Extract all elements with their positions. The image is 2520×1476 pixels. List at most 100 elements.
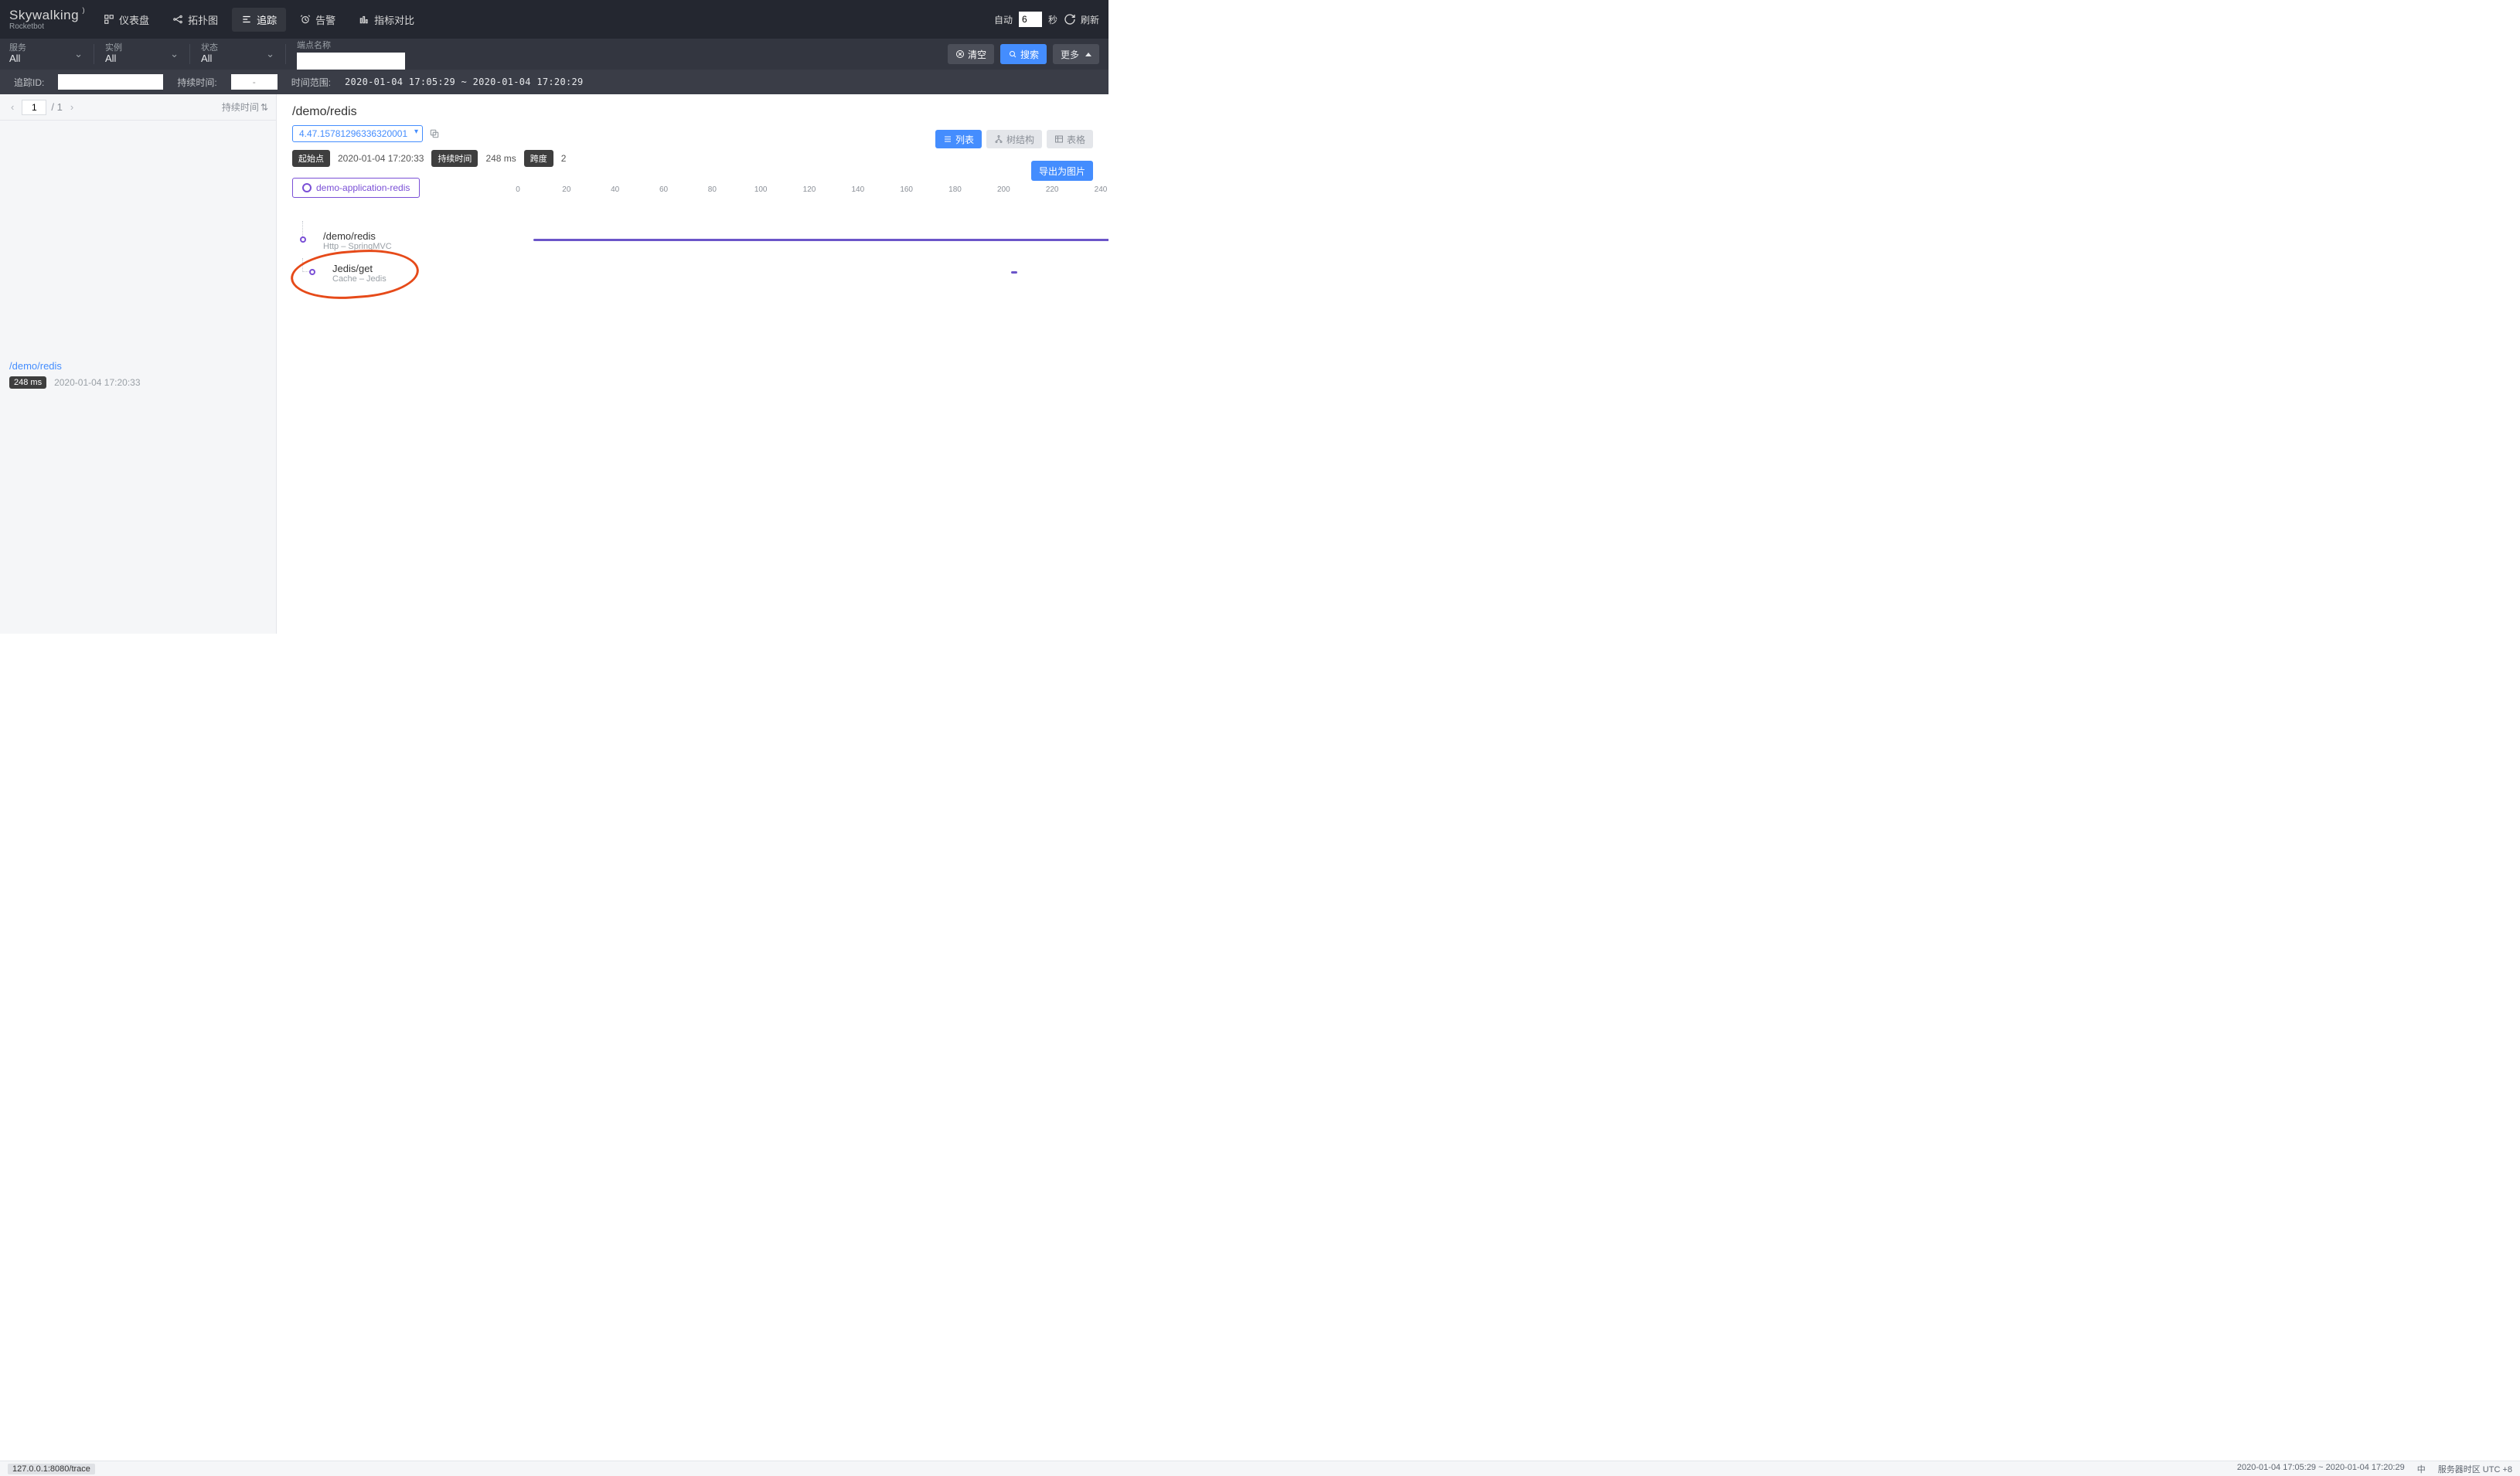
filter-value: All: [201, 53, 274, 65]
tab-compare[interactable]: 指标对比: [349, 8, 424, 32]
ruler-tick: 160: [900, 185, 913, 194]
ruler-tick: 140: [851, 185, 864, 194]
tree-line-icon: [302, 221, 304, 238]
nav-tabs: 仪表盘 拓扑图 追踪 告警 指标对比: [94, 8, 424, 32]
duration-label: 持续时间:: [177, 76, 216, 89]
view-label: 列表: [955, 133, 974, 146]
trace-meta: 248 ms 2020-01-04 17:20:33: [9, 376, 267, 389]
sort-dropdown[interactable]: 持续时间 ⇅: [222, 100, 268, 114]
filter-state[interactable]: 状态 All ⌄: [201, 44, 286, 65]
tab-label: 指标对比: [374, 12, 414, 27]
view-tree-button[interactable]: 树结构: [986, 130, 1042, 148]
trace-list-pane: ‹ / 1 › 持续时间 ⇅ /demo/redis 248 ms 2020-0…: [0, 94, 277, 634]
tab-alarm[interactable]: 告警: [291, 8, 345, 32]
tab-label: 拓扑图: [188, 12, 218, 27]
brand: Skywalking) Rocketbot: [9, 9, 79, 31]
service-pill[interactable]: demo-application-redis: [292, 178, 420, 198]
status-lang[interactable]: 中: [2417, 1463, 2426, 1475]
alarm-icon: [300, 14, 311, 25]
ruler-tick: 240: [1095, 185, 1108, 194]
table-icon: [1054, 134, 1064, 144]
page-total: / 1: [51, 101, 62, 113]
tab-label: 仪表盘: [119, 12, 149, 27]
auto-label: 自动: [994, 13, 1013, 26]
start-badge: 起始点: [292, 150, 330, 167]
trace-icon: [241, 14, 252, 25]
span-node-icon: [300, 236, 306, 243]
traceid-label: 追踪ID:: [14, 76, 44, 89]
filter-value: All: [105, 53, 179, 65]
topology-icon: [172, 14, 183, 25]
status-right: 2020-01-04 17:05:29 ~ 2020-01-04 17:20:2…: [2237, 1463, 2512, 1475]
clear-button[interactable]: 清空: [948, 44, 994, 64]
span-labels: /demo/redis Http – SpringMVC: [323, 230, 392, 251]
status-timerange: 2020-01-04 17:05:29 ~ 2020-01-04 17:20:2…: [2237, 1463, 2405, 1475]
ruler-tick: 100: [754, 185, 768, 194]
page-input[interactable]: [22, 100, 46, 115]
search-button[interactable]: 搜索: [1000, 44, 1047, 64]
filter-label: 端点名称: [297, 39, 405, 51]
brand-sub: Rocketbot: [9, 23, 79, 31]
filter-actions: 清空 搜索 更多: [948, 44, 1099, 64]
copy-icon[interactable]: [429, 128, 440, 139]
refresh-icon: [1064, 13, 1076, 26]
compare-icon: [359, 14, 369, 25]
filter-bar: 服务 All ⌄ 实例 All ⌄ 状态 All ⌄ 端点名称 清空 搜索 更多: [0, 39, 1108, 70]
ruler-tick: 20: [562, 185, 570, 194]
status-tz: 服务器时区 UTC +8: [2438, 1463, 2512, 1475]
traceid-input[interactable]: [58, 74, 163, 90]
tab-dashboard[interactable]: 仪表盘: [94, 8, 158, 32]
view-switch: 列表 树结构 表格: [935, 130, 1093, 148]
refresh-button[interactable]: 刷新: [1064, 13, 1099, 26]
view-table-button[interactable]: 表格: [1047, 130, 1093, 148]
ruler-tick: 220: [1046, 185, 1059, 194]
main: ‹ / 1 › 持续时间 ⇅ /demo/redis 248 ms 2020-0…: [0, 94, 1108, 634]
span-tree: /demo/redis Http – SpringMVC Jedis/get C…: [292, 226, 1093, 291]
filter-instance[interactable]: 实例 All ⌄: [105, 44, 190, 65]
filter-endpoint: 端点名称: [297, 39, 405, 70]
timeline-ruler: 020406080100120140160180200220240: [518, 185, 1101, 196]
duration-badge: 248 ms: [9, 376, 46, 389]
spans-value: 2: [561, 153, 567, 164]
detail-title: /demo/redis: [292, 105, 1093, 119]
filter-bar-2: 追踪ID: 持续时间: 时间范围: 2020-01-04 17:05:29 ~ …: [0, 70, 1108, 94]
page-next[interactable]: ›: [67, 101, 77, 113]
list-icon: [943, 134, 952, 144]
search-icon: [1008, 49, 1017, 59]
span-row[interactable]: Jedis/get Cache – Jedis: [292, 258, 1093, 291]
timerange-label: 时间范围:: [291, 76, 331, 89]
tab-topology[interactable]: 拓扑图: [163, 8, 227, 32]
filter-service[interactable]: 服务 All ⌄: [9, 44, 94, 65]
span-node-icon: [309, 269, 315, 275]
ruler-tick: 0: [516, 185, 520, 194]
more-button[interactable]: 更多: [1053, 44, 1099, 64]
trace-list-head: ‹ / 1 › 持续时间 ⇅: [0, 94, 276, 121]
service-ring-icon: [302, 183, 312, 192]
ruler-tick: 200: [997, 185, 1010, 194]
duration-badge: 持续时间: [431, 150, 478, 167]
export-image-button[interactable]: 导出为图片: [1031, 161, 1093, 181]
sort-label: 持续时间: [222, 100, 259, 114]
clear-label: 清空: [968, 48, 986, 61]
tree-icon: [994, 134, 1003, 144]
tab-trace[interactable]: 追踪: [232, 8, 286, 32]
brand-name: Skywalking): [9, 9, 79, 22]
page-prev[interactable]: ‹: [8, 101, 17, 113]
auto-unit: 秒: [1048, 13, 1057, 26]
ruler-tick: 80: [708, 185, 717, 194]
span-labels: Jedis/get Cache – Jedis: [332, 263, 387, 284]
trace-list-item[interactable]: /demo/redis 248 ms 2020-01-04 17:20:33: [0, 352, 276, 396]
endpoint-input[interactable]: [297, 53, 405, 70]
ruler-tick: 120: [803, 185, 816, 194]
duration-input[interactable]: [231, 74, 278, 90]
span-duration-bar: [533, 239, 1108, 241]
traceid-select[interactable]: 4.47.15781296336320001: [292, 125, 423, 142]
topbar-right: 自动 秒 刷新: [994, 12, 1099, 27]
span-row[interactable]: /demo/redis Http – SpringMVC: [292, 226, 1093, 258]
more-label: 更多: [1061, 48, 1079, 61]
clear-icon: [955, 49, 965, 59]
auto-interval-input[interactable]: [1019, 12, 1042, 27]
view-list-button[interactable]: 列表: [935, 130, 982, 148]
view-label: 表格: [1067, 133, 1085, 146]
chevron-up-icon: [1085, 53, 1091, 56]
